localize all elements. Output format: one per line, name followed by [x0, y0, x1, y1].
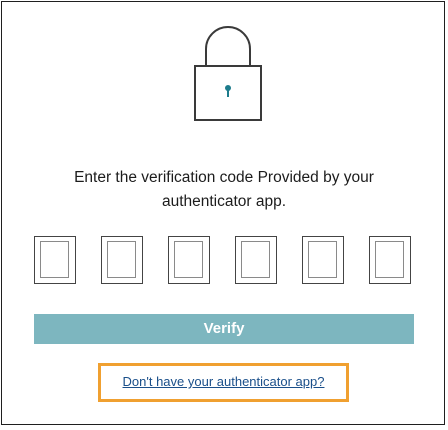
padlock-icon — [194, 21, 262, 121]
instruction-line-2: authenticator app. — [161, 193, 287, 210]
code-digit-1[interactable] — [34, 236, 76, 284]
instruction-line-1: Enter the verification code Provided by … — [74, 169, 374, 186]
instruction-text: Enter the verification code Provided by … — [2, 166, 446, 214]
help-link-highlight: Don't have your authenticator app? — [98, 363, 349, 402]
no-authenticator-app-link[interactable]: Don't have your authenticator app? — [123, 374, 325, 389]
verify-button[interactable]: Verify — [34, 314, 414, 344]
code-digit-4[interactable] — [235, 236, 277, 284]
code-digit-3[interactable] — [168, 236, 210, 284]
code-digit-5[interactable] — [302, 236, 344, 284]
code-digit-6[interactable] — [369, 236, 411, 284]
code-input-row — [34, 236, 414, 286]
code-digit-2[interactable] — [101, 236, 143, 284]
verification-panel: Enter the verification code Provided by … — [1, 1, 445, 425]
